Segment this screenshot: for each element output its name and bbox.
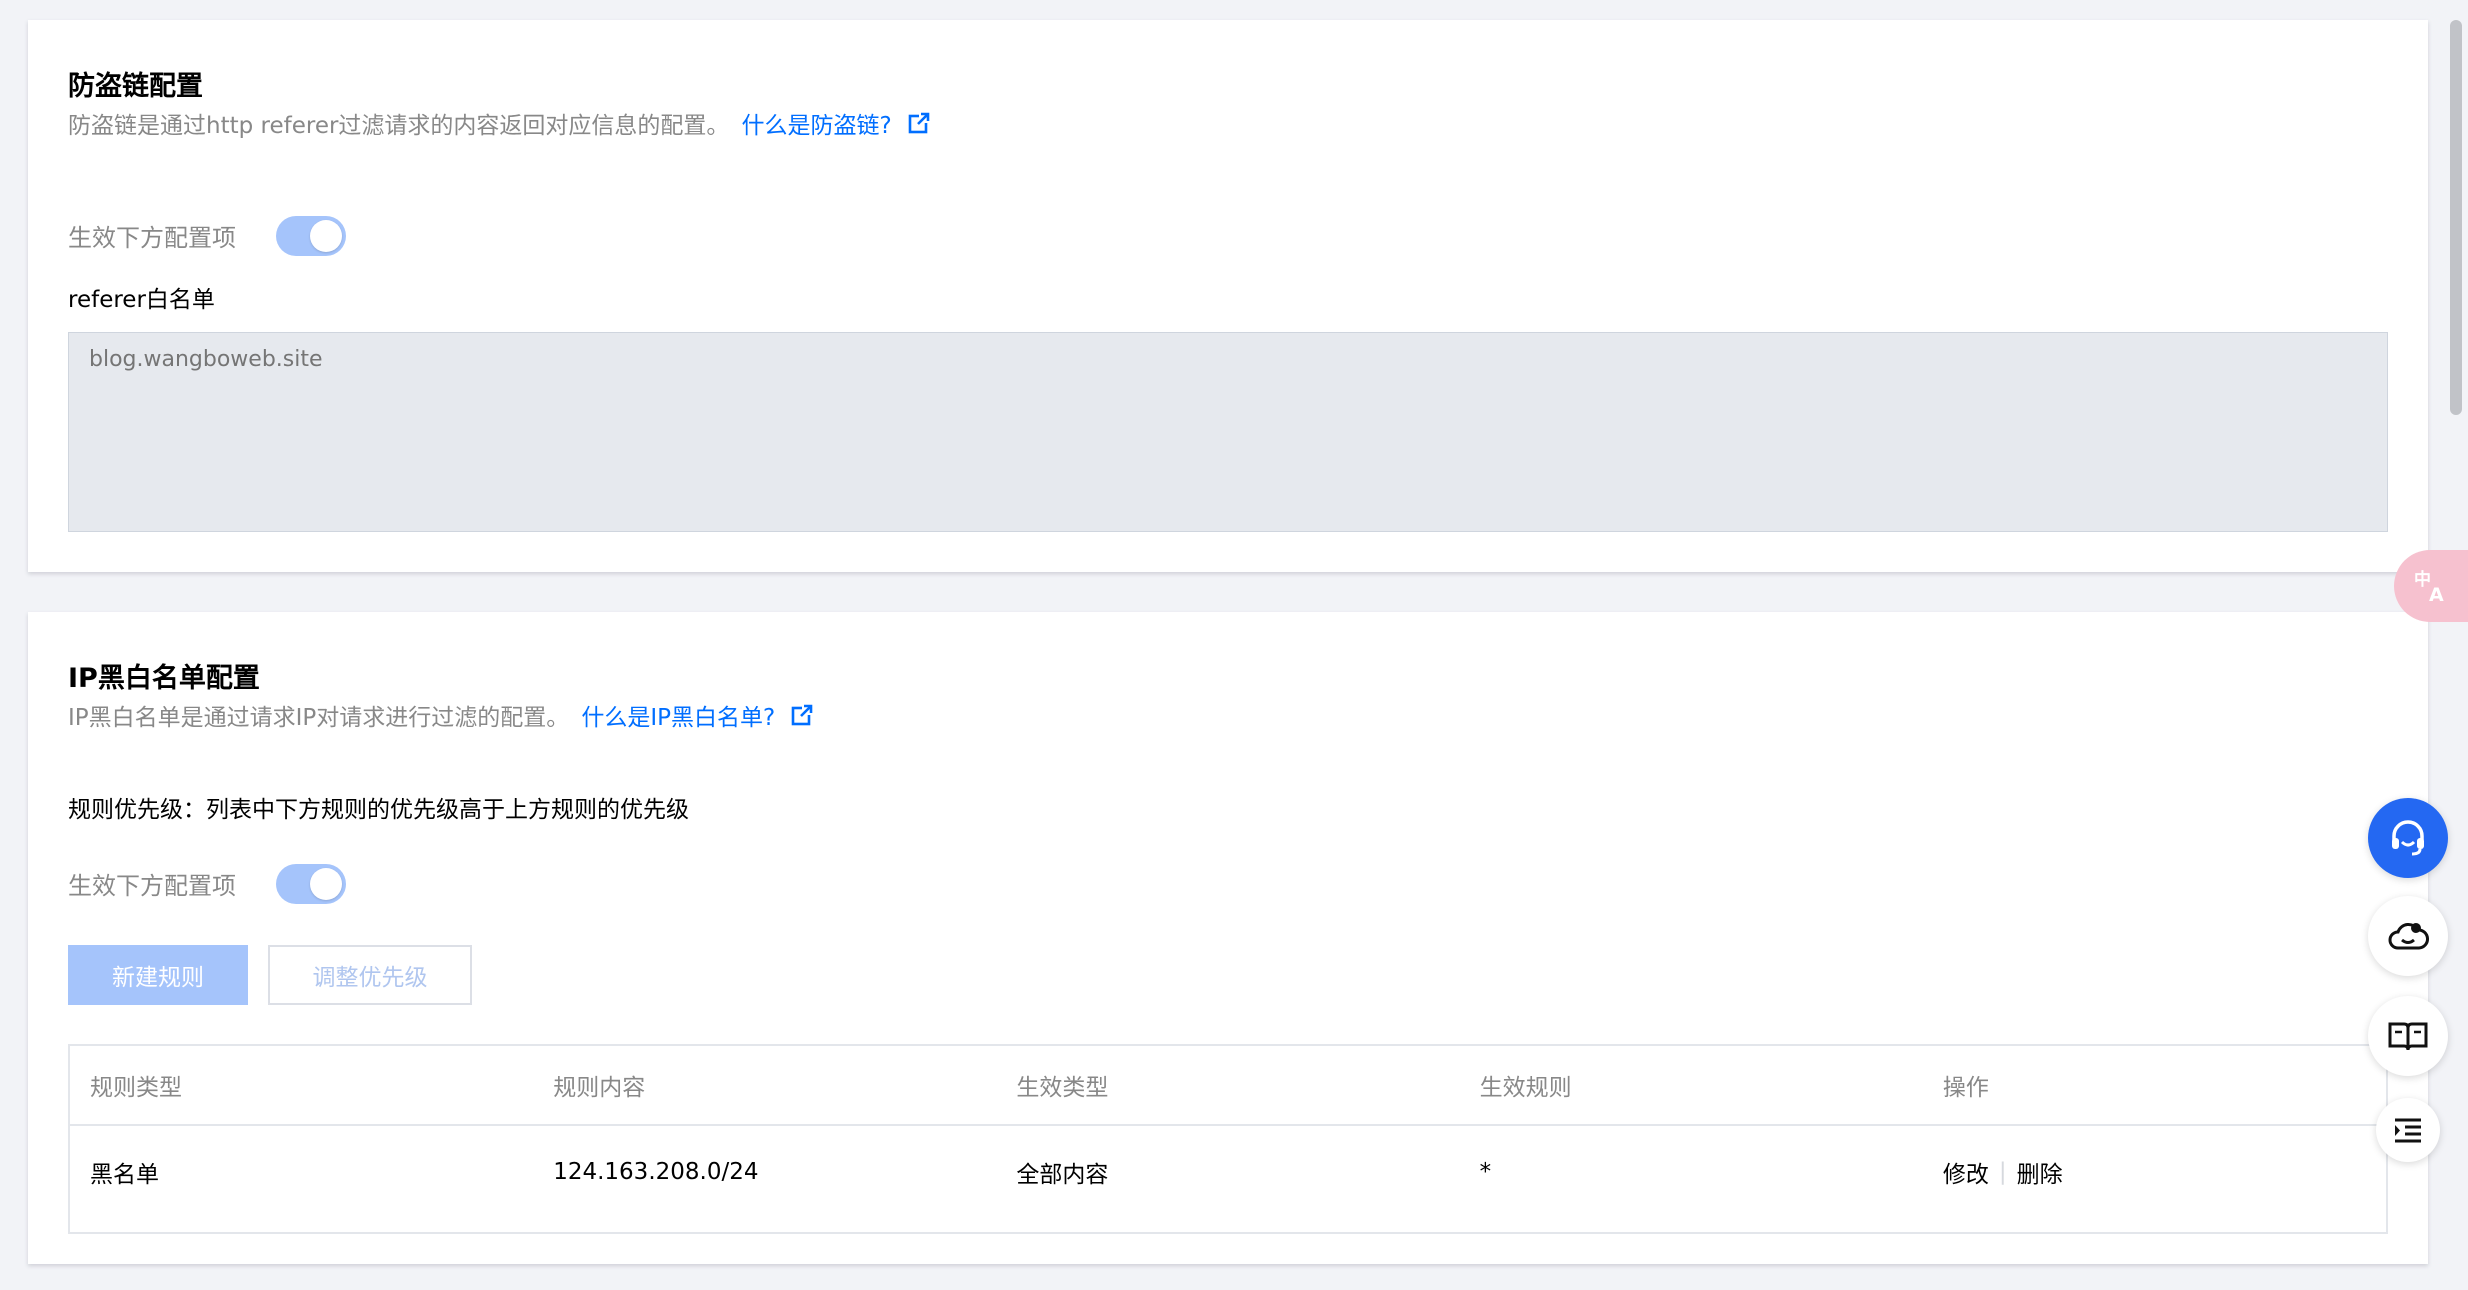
- column-header-rule-type: 规则类型: [90, 1075, 182, 1101]
- column-header-rule-content: 规则内容: [553, 1075, 646, 1101]
- switch-knob: [310, 220, 342, 252]
- page-scrollbar[interactable]: [2446, 0, 2468, 1290]
- ip-config-title: IP黑白名单配置: [68, 663, 260, 694]
- cell-rule-type: 黑名单: [90, 1162, 159, 1188]
- ip-description: IP黑白名单是通过请求IP对请求进行过滤的配置。: [68, 705, 570, 731]
- cloud-service-button[interactable]: [2368, 896, 2448, 976]
- outline-button[interactable]: [2376, 1098, 2440, 1162]
- cell-rule-content: 124.163.208.0/24: [553, 1159, 759, 1185]
- support-button[interactable]: [2368, 798, 2448, 878]
- ip-toggle-switch[interactable]: [276, 864, 346, 904]
- headset-icon: [2392, 820, 2424, 856]
- external-link-icon[interactable]: [791, 704, 813, 726]
- ip-config-card: IP黑白名单配置 IP黑白名单是通过请求IP对请求进行过滤的配置。 什么是IP黑…: [28, 612, 2428, 1264]
- priority-note: 规则优先级：列表中下方规则的优先级高于上方规则的优先级: [68, 797, 689, 823]
- referer-whitelist-label: referer白名单: [68, 287, 215, 313]
- edit-link[interactable]: 修改: [1943, 1155, 1989, 1189]
- translate-icon: 中 A: [2414, 569, 2444, 605]
- hotlink-config-card: 防盗链配置 防盗链是通过http referer过滤请求的内容返回对应信息的配置…: [28, 20, 2428, 572]
- hotlink-description-row: 防盗链是通过http referer过滤请求的内容返回对应信息的配置。 什么是防…: [68, 106, 930, 140]
- column-header-effect-type: 生效类型: [1016, 1075, 1109, 1101]
- ip-help-link[interactable]: 什么是IP黑白名单?: [581, 698, 775, 732]
- external-link-icon[interactable]: [908, 112, 930, 134]
- scrollbar-thumb[interactable]: [2450, 20, 2462, 415]
- cell-effect-type: 全部内容: [1016, 1162, 1109, 1188]
- action-divider: |: [1998, 1159, 2007, 1185]
- hotlink-description: 防盗链是通过http referer过滤请求的内容返回对应信息的配置。: [68, 113, 730, 139]
- hotlink-toggle-switch[interactable]: [276, 216, 346, 256]
- book-icon: [2388, 1022, 2428, 1051]
- new-rule-button[interactable]: 新建规则: [68, 945, 248, 1005]
- table-row: 黑名单 124.163.208.0/24 全部内容 * 修改 | 删除: [70, 1126, 2386, 1218]
- ip-description-row: IP黑白名单是通过请求IP对请求进行过滤的配置。 什么是IP黑白名单?: [68, 698, 813, 732]
- cell-effect-rule: *: [1479, 1159, 1492, 1185]
- column-header-actions: 操作: [1942, 1075, 1989, 1101]
- table-header: 规则类型 规则内容 生效类型 生效规则 操作: [70, 1046, 2386, 1126]
- hotlink-help-link[interactable]: 什么是防盗链?: [741, 106, 891, 140]
- list-indent-icon: [2395, 1118, 2421, 1143]
- hotlink-title: 防盗链配置: [68, 71, 203, 102]
- cloud-icon: [2388, 923, 2429, 950]
- cell-actions: 修改 | 删除: [1923, 1155, 2386, 1189]
- hotlink-toggle-label: 生效下方配置项: [68, 224, 236, 252]
- adjust-priority-button[interactable]: 调整优先级: [268, 945, 472, 1005]
- switch-knob: [310, 868, 342, 900]
- referer-whitelist-input[interactable]: [68, 332, 2388, 532]
- delete-link[interactable]: 删除: [2017, 1155, 2063, 1189]
- translate-button[interactable]: 中 A: [2394, 550, 2468, 622]
- ip-toggle-label: 生效下方配置项: [68, 872, 236, 900]
- column-header-effect-rule: 生效规则: [1479, 1075, 1572, 1101]
- documentation-button[interactable]: [2368, 996, 2448, 1076]
- svg-text:A: A: [2429, 584, 2444, 605]
- ip-rules-table: 规则类型 规则内容 生效类型 生效规则 操作 黑名单 124.163.208.0…: [68, 1044, 2388, 1234]
